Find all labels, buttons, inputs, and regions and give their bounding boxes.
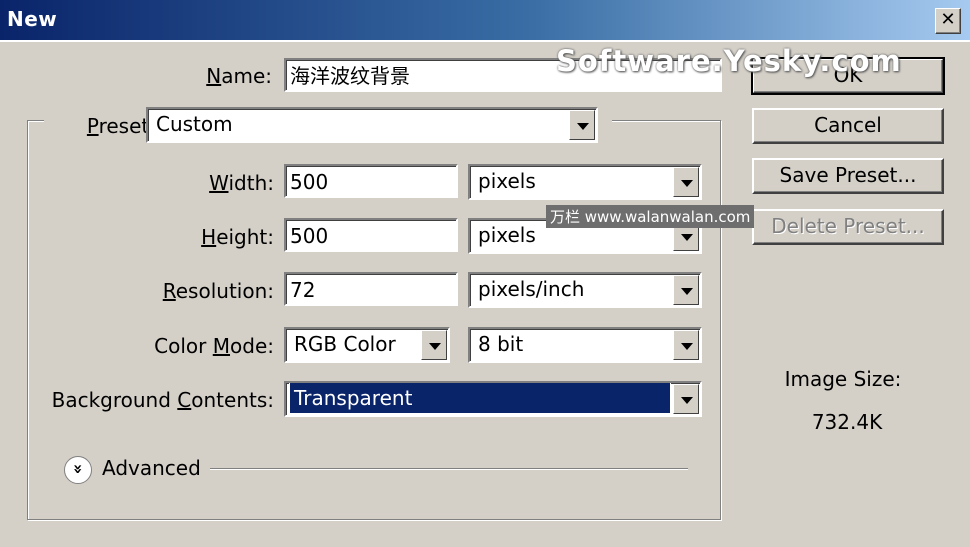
image-size-value: 732.4K: [811, 410, 883, 434]
width-input[interactable]: 500: [284, 164, 458, 198]
save-preset-button[interactable]: Save Preset...: [752, 158, 944, 194]
width-unit-select[interactable]: pixels: [468, 164, 702, 200]
chevron-down-icon[interactable]: [673, 275, 699, 305]
window-title: New: [7, 7, 58, 31]
watermark-url: 万栏 www.walanwalan.com: [546, 205, 755, 228]
bit-depth-value: 8 bit: [478, 332, 524, 356]
preset-value: Custom: [156, 112, 233, 136]
chevron-down-icon[interactable]: [673, 167, 699, 197]
resolution-label: Resolution:: [162, 279, 274, 303]
width-unit-value: pixels: [478, 169, 536, 193]
watermark-text: Software.Yesky.com: [556, 44, 902, 78]
chevron-double-down-icon[interactable]: »: [64, 456, 92, 484]
close-icon: ✕: [940, 9, 956, 30]
chevron-down-icon[interactable]: [673, 330, 699, 360]
advanced-label[interactable]: Advanced: [102, 456, 201, 480]
height-value: 500: [290, 224, 329, 248]
resolution-input[interactable]: 72: [284, 272, 458, 306]
bit-depth-select[interactable]: 8 bit: [468, 327, 702, 363]
height-label: Height:: [201, 225, 274, 249]
resolution-unit-value: pixels/inch: [478, 277, 585, 301]
preset-label: Preset:: [44, 114, 156, 138]
color-mode-value: RGB Color: [294, 332, 396, 356]
close-button[interactable]: ✕: [935, 8, 961, 34]
width-label: Width:: [209, 171, 274, 195]
background-contents-value: Transparent: [289, 383, 671, 414]
name-value: 海洋波纹背景: [290, 64, 410, 88]
image-size-label: Image Size:: [784, 367, 902, 391]
advanced-divider: [210, 468, 688, 470]
resolution-value: 72: [290, 278, 316, 302]
color-mode-select[interactable]: RGB Color: [284, 327, 450, 363]
height-unit-value: pixels: [478, 223, 536, 247]
delete-preset-button: Delete Preset...: [752, 209, 944, 245]
resolution-unit-select[interactable]: pixels/inch: [468, 272, 702, 308]
height-input[interactable]: 500: [284, 218, 458, 252]
background-contents-select[interactable]: Transparent: [284, 381, 702, 417]
name-label: Name:: [206, 64, 272, 88]
color-mode-label: Color Mode:: [154, 334, 274, 358]
cancel-button[interactable]: Cancel: [752, 108, 944, 144]
width-value: 500: [290, 170, 329, 194]
chevron-down-icon[interactable]: [569, 110, 595, 140]
preset-select[interactable]: Custom: [146, 107, 598, 143]
title-bar: New ✕: [0, 0, 970, 42]
chevron-down-icon[interactable]: [673, 384, 699, 414]
background-contents-label: Background Contents:: [51, 388, 274, 412]
chevron-down-icon[interactable]: [421, 330, 447, 360]
